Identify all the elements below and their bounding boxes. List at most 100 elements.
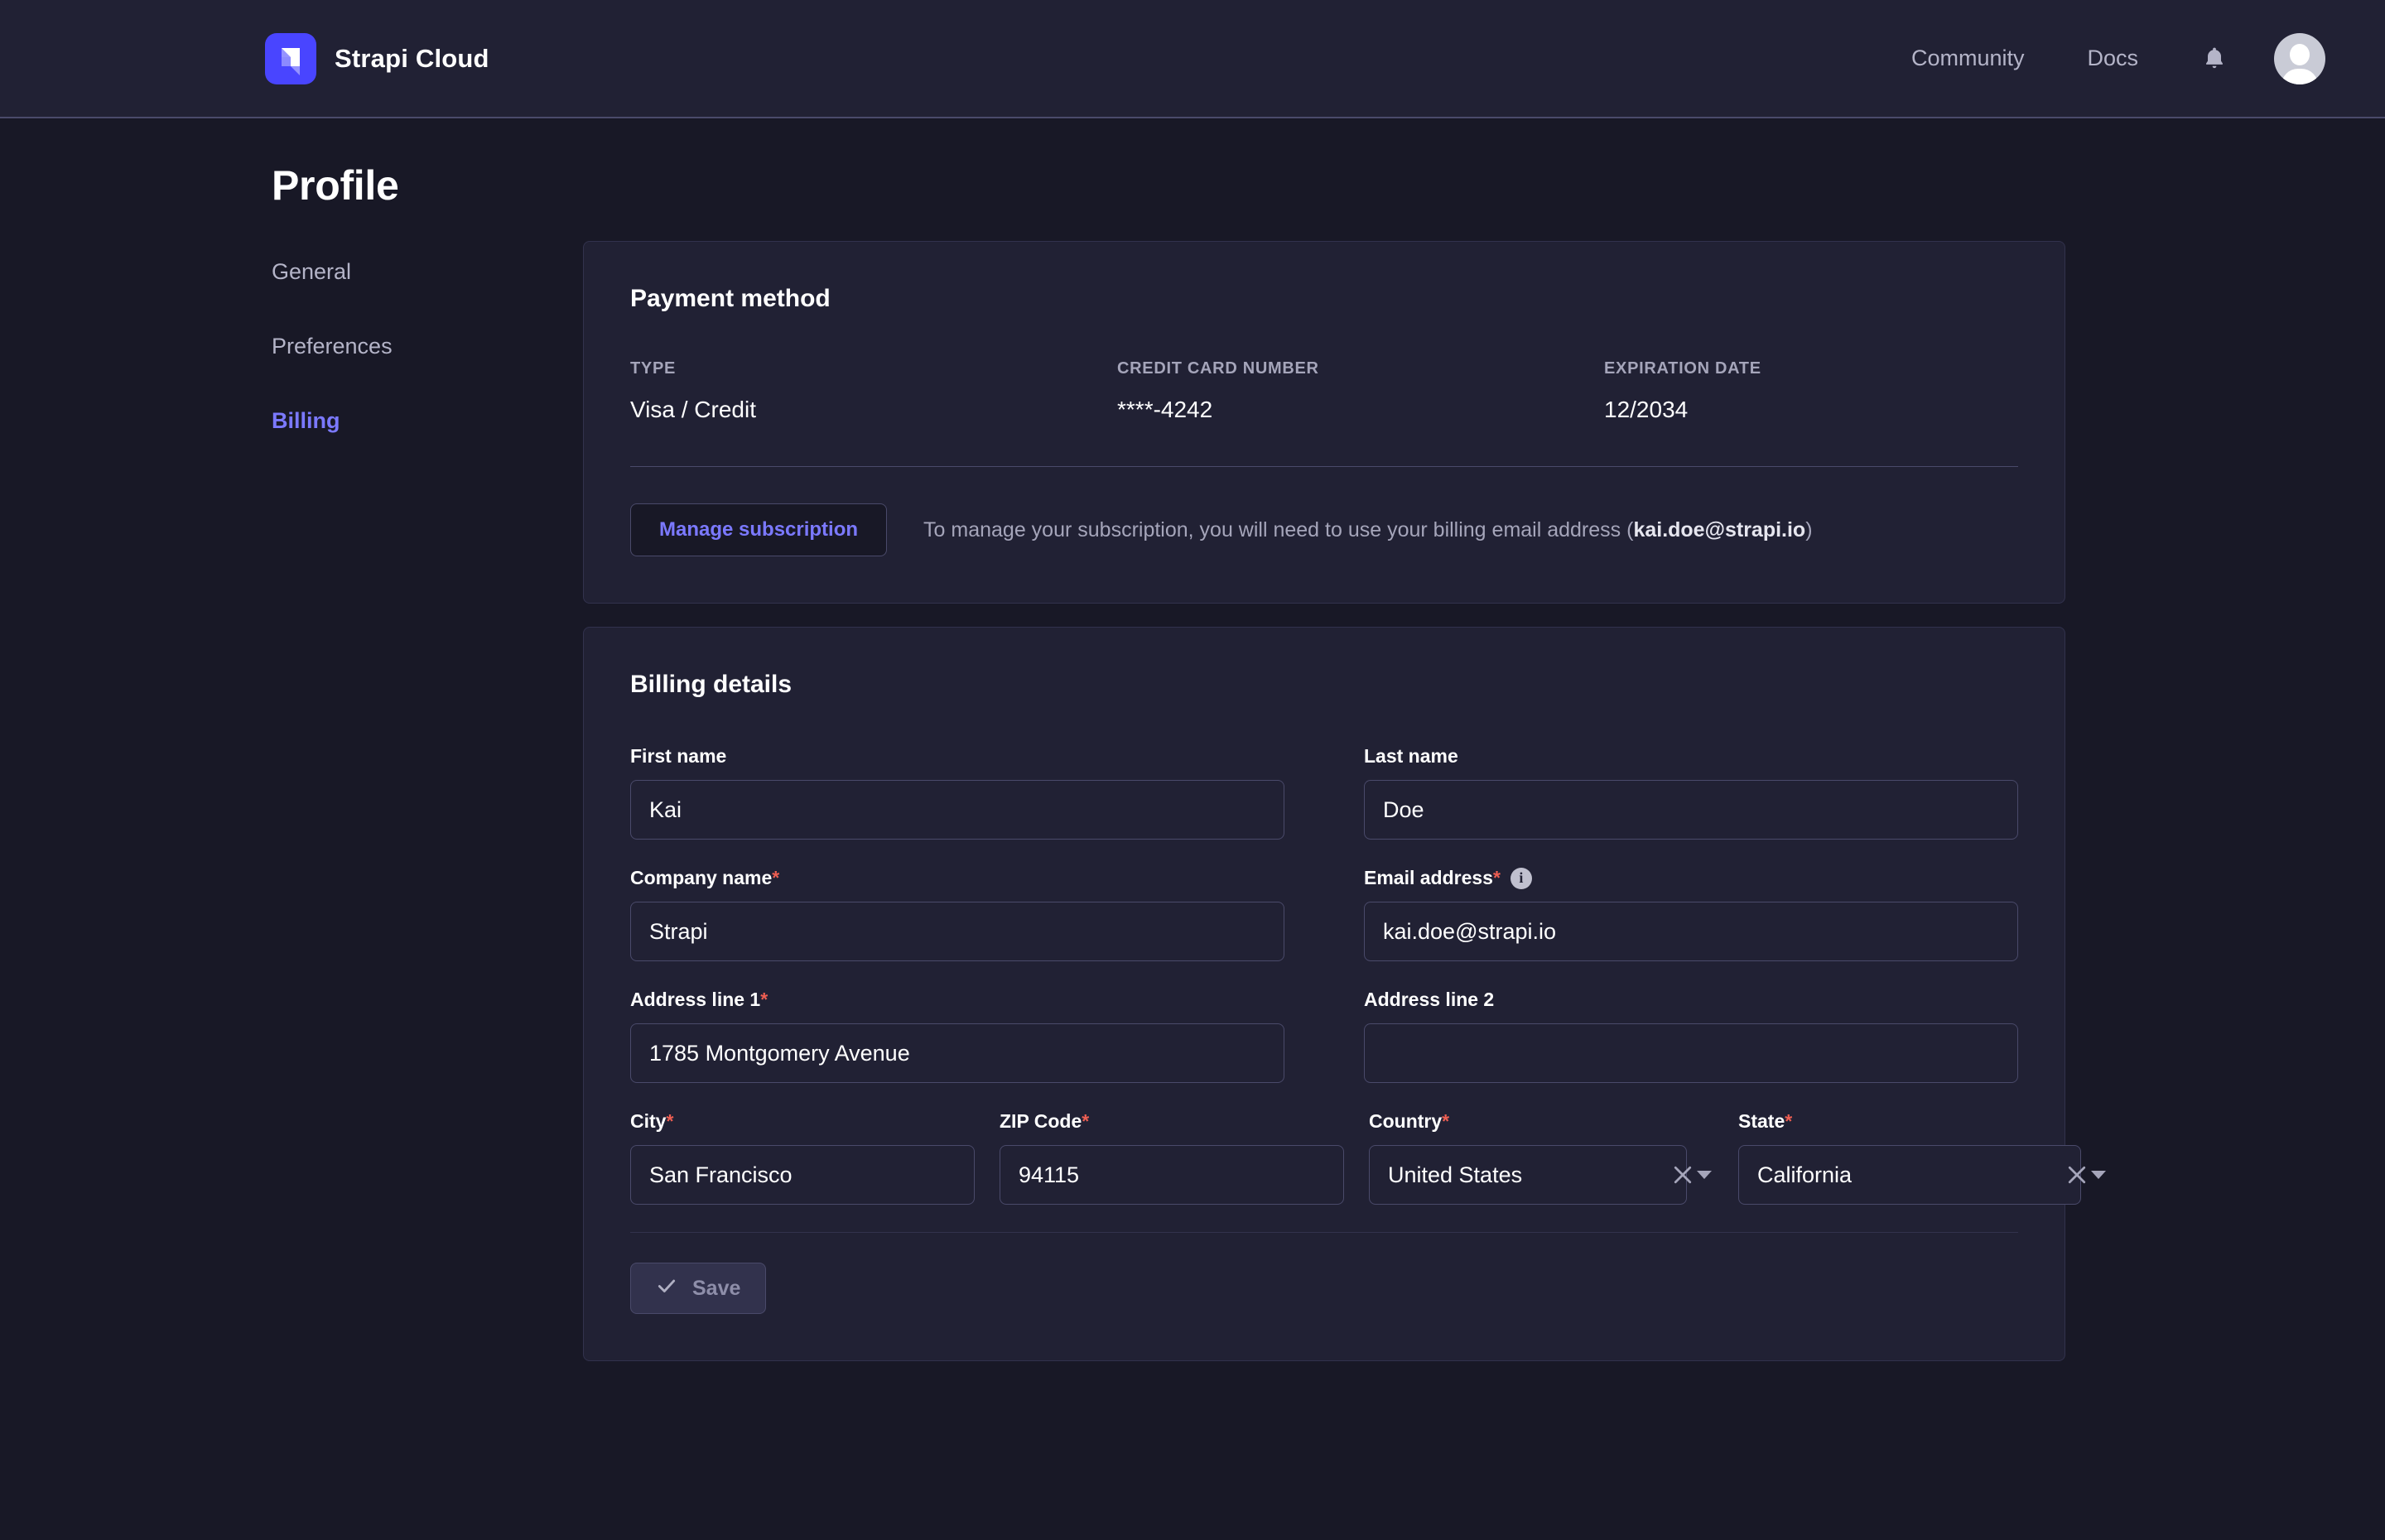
company-name-label: Company name*: [630, 867, 1284, 889]
address-line-2-input[interactable]: [1364, 1023, 2018, 1083]
country-label: Country*: [1369, 1110, 1713, 1133]
state-field: State*: [1738, 1110, 2108, 1205]
billing-email-note-prefix: To manage your subscription, you will ne…: [923, 518, 1633, 541]
email-address-input[interactable]: [1364, 902, 2018, 961]
billing-details-card: Billing details First name Last name: [583, 627, 2065, 1361]
email-address-field: Email address* i: [1364, 867, 2018, 961]
settings-content: Payment method TYPE Visa / Credit CREDIT…: [583, 241, 2115, 1384]
last-name-label-text: Last name: [1364, 745, 1458, 768]
last-name-field: Last name: [1364, 745, 2018, 840]
state-combobox[interactable]: [1738, 1145, 2108, 1205]
check-icon: [656, 1275, 677, 1302]
address-line-1-field: Address line 1*: [630, 989, 1284, 1083]
avatar-head: [2290, 44, 2310, 65]
company-name-input[interactable]: [630, 902, 1284, 961]
billing-email-note-suffix: ): [1805, 518, 1812, 541]
first-name-field: First name: [630, 745, 1284, 840]
payment-method-card: Payment method TYPE Visa / Credit CREDIT…: [583, 241, 2065, 604]
manage-subscription-button[interactable]: Manage subscription: [630, 503, 887, 556]
country-input[interactable]: [1369, 1145, 1687, 1205]
country-field: Country*: [1369, 1110, 1738, 1205]
address-line-1-label-text: Address line 1: [630, 989, 760, 1011]
page-layout: General Preferences Billing Payment meth…: [0, 241, 2385, 1384]
payment-type-value: Visa / Credit: [630, 397, 1117, 423]
state-input[interactable]: [1738, 1145, 2081, 1205]
close-icon[interactable]: [1670, 1162, 1695, 1187]
close-icon[interactable]: [2065, 1162, 2089, 1187]
billing-email-address: kai.doe@strapi.io: [1633, 518, 1805, 541]
page-title: Profile: [272, 161, 2385, 209]
required-marker: *: [760, 989, 768, 1011]
info-icon[interactable]: i: [1510, 868, 1532, 889]
first-name-input[interactable]: [630, 780, 1284, 840]
email-address-label: Email address* i: [1364, 867, 2018, 889]
billing-details-title: Billing details: [630, 671, 2018, 699]
address-line-1-input[interactable]: [630, 1023, 1284, 1083]
chevron-down-icon[interactable]: [2089, 1166, 2108, 1184]
payment-method-title: Payment method: [630, 285, 2018, 313]
billing-form-grid: First name Last name Company name*: [630, 745, 2018, 1110]
city-label: City*: [630, 1110, 975, 1133]
city-label-text: City: [630, 1110, 666, 1133]
top-nav-right: Community Docs: [1880, 32, 2325, 85]
expiration-date-value: 12/2034: [1604, 397, 2091, 423]
bell-icon[interactable]: [2188, 32, 2241, 85]
first-name-label: First name: [630, 745, 1284, 768]
sidebar-item-billing[interactable]: Billing: [272, 408, 583, 434]
payment-actions: Manage subscription To manage your subsc…: [630, 503, 2018, 556]
user-avatar-icon[interactable]: [2274, 33, 2325, 84]
brand-name: Strapi Cloud: [335, 44, 489, 74]
nav-docs[interactable]: Docs: [2055, 46, 2170, 71]
brand[interactable]: Strapi Cloud: [265, 33, 489, 84]
country-label-text: Country: [1369, 1110, 1442, 1133]
city-field: City*: [630, 1110, 1000, 1205]
required-marker: *: [772, 867, 779, 889]
payment-type-label: TYPE: [630, 359, 1117, 378]
state-label: State*: [1738, 1110, 2108, 1133]
payment-type-field: TYPE Visa / Credit: [630, 359, 1117, 423]
sidebar-item-general[interactable]: General: [272, 259, 583, 285]
save-button[interactable]: Save: [630, 1263, 766, 1314]
zip-code-label: ZIP Code*: [1000, 1110, 1344, 1133]
avatar-body: [2281, 69, 2318, 84]
required-marker: *: [666, 1110, 673, 1133]
billing-email-note: To manage your subscription, you will ne…: [923, 518, 1812, 542]
credit-card-number-value: ****-4242: [1117, 397, 1604, 423]
state-label-text: State: [1738, 1110, 1785, 1133]
city-input[interactable]: [630, 1145, 975, 1205]
settings-sidenav: General Preferences Billing: [272, 241, 583, 1384]
country-combobox[interactable]: [1369, 1145, 1713, 1205]
address-line-2-field: Address line 2: [1364, 989, 2018, 1083]
required-marker: *: [1442, 1110, 1449, 1133]
last-name-input[interactable]: [1364, 780, 2018, 840]
credit-card-number-label: CREDIT CARD NUMBER: [1117, 359, 1604, 378]
last-name-label: Last name: [1364, 745, 2018, 768]
zip-code-label-text: ZIP Code: [1000, 1110, 1082, 1133]
expiration-date-label: EXPIRATION DATE: [1604, 359, 2091, 378]
first-name-label-text: First name: [630, 745, 726, 768]
address-line-2-label: Address line 2: [1364, 989, 2018, 1011]
required-marker: *: [1082, 1110, 1089, 1133]
address-line-2-label-text: Address line 2: [1364, 989, 1494, 1011]
required-marker: *: [1493, 867, 1501, 889]
sidebar-item-preferences[interactable]: Preferences: [272, 334, 583, 359]
top-navigation-bar: Strapi Cloud Community Docs: [0, 0, 2385, 118]
form-divider: [630, 1232, 2018, 1233]
company-name-label-text: Company name: [630, 867, 772, 889]
nav-community[interactable]: Community: [1880, 46, 2056, 71]
company-name-field: Company name*: [630, 867, 1284, 961]
chevron-down-icon[interactable]: [1695, 1166, 1713, 1184]
required-marker: *: [1785, 1110, 1792, 1133]
page-root: Profile General Preferences Billing Paym…: [0, 161, 2385, 1384]
strapi-logo-icon: [265, 33, 316, 84]
zip-code-field: ZIP Code*: [1000, 1110, 1369, 1205]
email-address-label-text: Email address: [1364, 867, 1493, 889]
credit-card-number-field: CREDIT CARD NUMBER ****-4242: [1117, 359, 1604, 423]
location-row: City* ZIP Code* Country*: [630, 1110, 2018, 1205]
payment-card-divider: [630, 466, 2018, 467]
save-button-label: Save: [692, 1277, 740, 1301]
expiration-date-field: EXPIRATION DATE 12/2034: [1604, 359, 2091, 423]
address-line-1-label: Address line 1*: [630, 989, 1284, 1011]
zip-code-input[interactable]: [1000, 1145, 1344, 1205]
payment-method-fields: TYPE Visa / Credit CREDIT CARD NUMBER **…: [630, 359, 2018, 423]
